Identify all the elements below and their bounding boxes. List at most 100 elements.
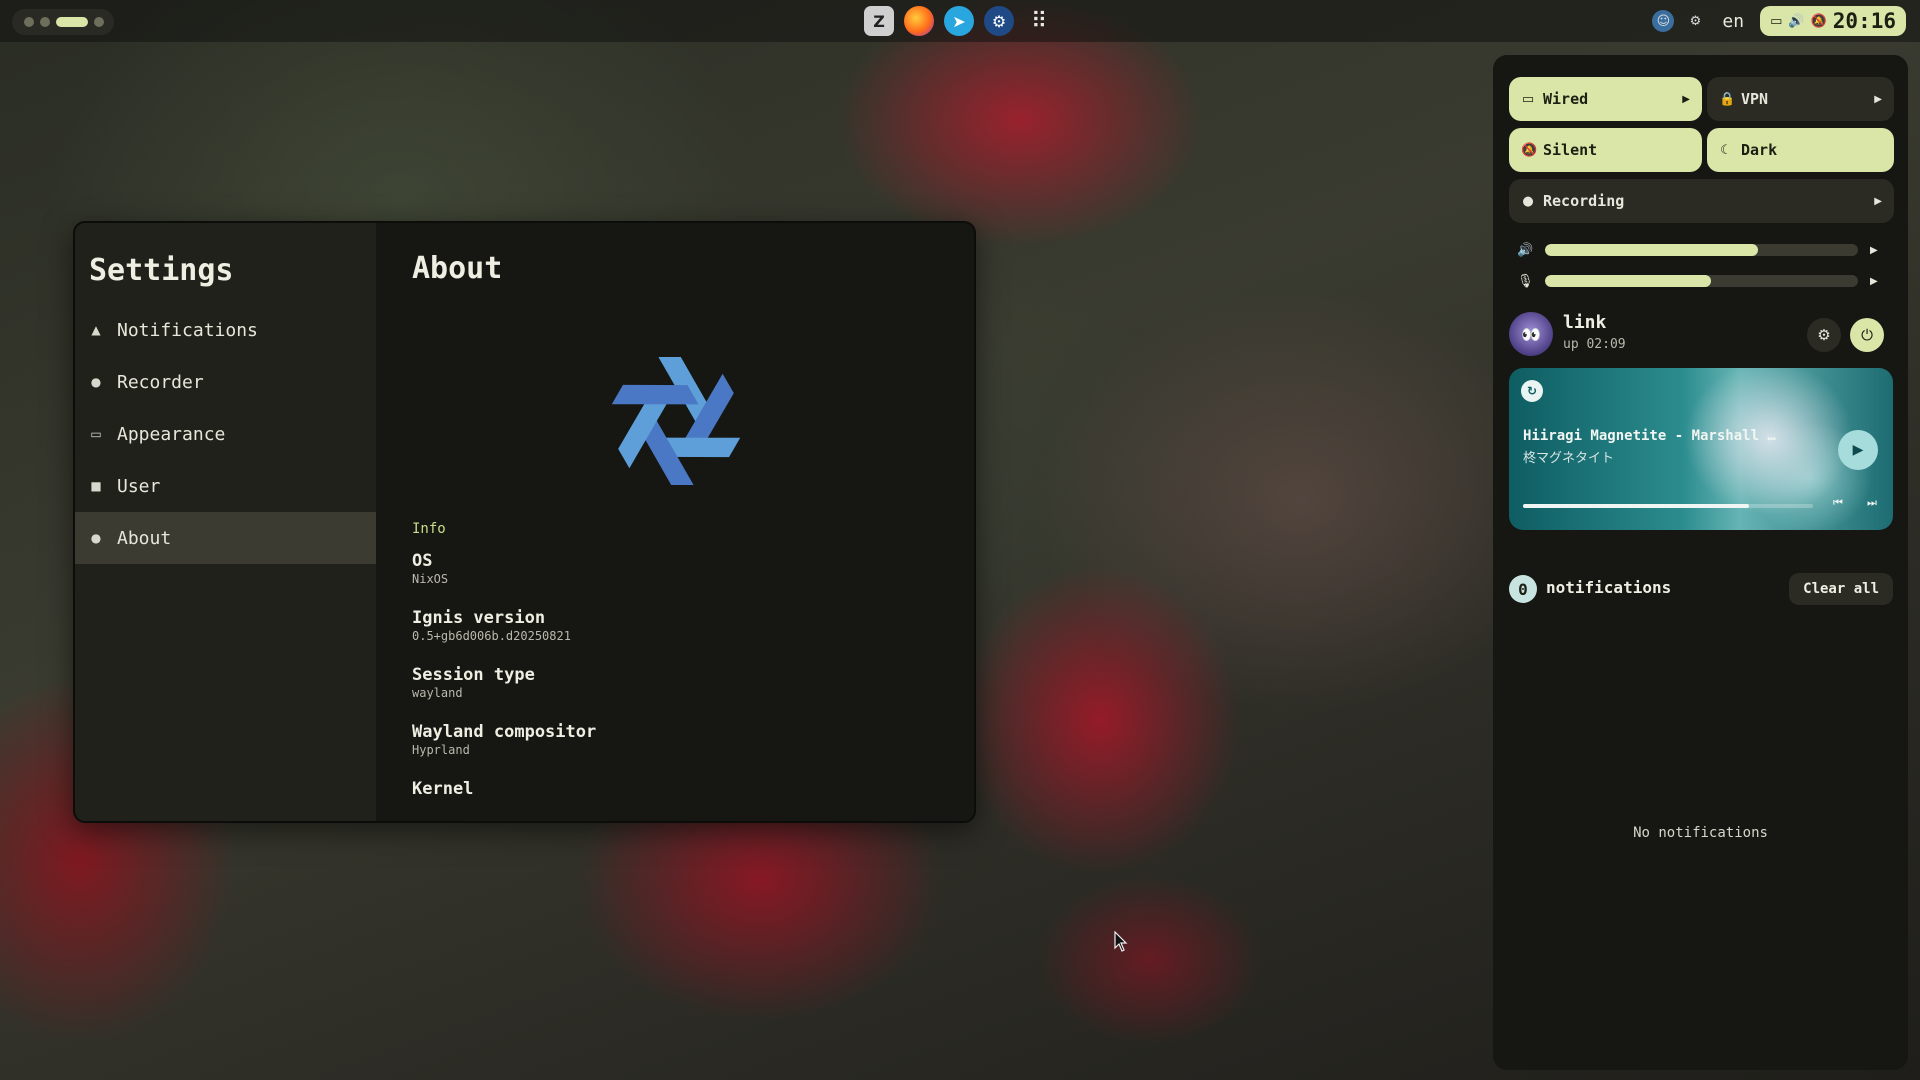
info-key: Session type <box>412 665 535 685</box>
recording-tile[interactable]: ● Recording ▶ <box>1509 179 1894 223</box>
chevron-right-icon[interactable]: ▶ <box>1874 94 1882 105</box>
previous-track-icon[interactable]: ⏮ <box>1833 496 1843 510</box>
settings-button[interactable]: ⚙ <box>1807 318 1841 352</box>
firefox-app-icon[interactable] <box>904 6 934 36</box>
clear-all-button[interactable]: Clear all <box>1789 573 1893 605</box>
next-track-icon[interactable]: ⏭ <box>1867 496 1877 510</box>
microphone-icon: 🎙 <box>1517 273 1534 289</box>
avatar: 👀 <box>1509 312 1553 356</box>
info-row-kernel: Kernel <box>412 779 596 799</box>
notifications-header: 0 notifications Clear all <box>1509 572 1893 606</box>
monitor-icon: ▭ <box>90 427 102 441</box>
tile-label: Silent <box>1543 141 1598 159</box>
microphone-slider-fill <box>1545 275 1711 287</box>
clock: 20:16 <box>1832 9 1896 33</box>
sidebar-item-about[interactable]: ● About <box>75 512 376 564</box>
sidebar-item-appearance[interactable]: ▭ Appearance <box>75 408 376 460</box>
bell-off-icon: 🔕 <box>1810 13 1827 29</box>
info-icon: ● <box>90 531 102 545</box>
keyboard-layout[interactable]: en <box>1722 11 1744 32</box>
workspace-dot[interactable] <box>24 17 34 27</box>
mic-slider-row: 🎙 ▶ <box>1517 271 1889 291</box>
info-key: Kernel <box>412 779 474 799</box>
volume-slider[interactable] <box>1545 244 1858 256</box>
dark-mode-tile[interactable]: ☾ Dark <box>1707 128 1894 172</box>
volume-icon: 🔊 <box>1517 242 1534 258</box>
info-row-os: OS NixOS <box>412 551 596 587</box>
info-value: wayland <box>412 686 463 700</box>
tile-label: Recording <box>1543 192 1625 210</box>
sidebar-item-label: Notifications <box>117 319 258 341</box>
empty-notifications-text: No notifications <box>1633 825 1768 841</box>
media-player: ↻ Hiiragi Magnetite - Marshall … 柊マグネタイト… <box>1509 368 1893 530</box>
telegram-app-icon[interactable]: ➤ <box>944 6 974 36</box>
chevron-right-icon[interactable]: ▶ <box>1874 196 1882 207</box>
monitor-icon: ▭ <box>1770 13 1783 29</box>
info-row-wayland-compositor: Wayland compositor Hyprland <box>412 722 596 758</box>
sidebar-item-recorder[interactable]: ● Recorder <box>75 356 376 408</box>
chevron-right-icon[interactable]: ▶ <box>1870 276 1878 287</box>
nixos-logo-icon <box>611 357 741 485</box>
chevron-right-icon[interactable]: ▶ <box>1682 94 1690 105</box>
chevron-right-icon[interactable]: ▶ <box>1870 245 1878 256</box>
media-title: Hiiragi Magnetite - Marshall … <box>1523 428 1776 444</box>
settings-window: Settings ▲ Notifications ● Recorder ▭ Ap… <box>73 221 976 823</box>
top-bar: Z ➤ ⚙ ⠿ ☺ ⚙ en ▭ 🔊 🔕 20:16 <box>0 0 1920 42</box>
sidebar-item-label: Recorder <box>117 371 204 393</box>
info-section-label: Info <box>412 521 446 537</box>
bell-off-icon: 🔕 <box>1521 142 1538 158</box>
info-list: OS NixOS Ignis version 0.5+gb6d006b.d202… <box>412 551 596 820</box>
system-tray: ☺ ⚙ en ▭ 🔊 🔕 20:16 <box>1652 6 1906 36</box>
status-pill[interactable]: ▭ 🔊 🔕 20:16 <box>1760 6 1906 36</box>
volume-slider-row: 🔊 ▶ <box>1517 240 1889 260</box>
zed-app-icon[interactable]: Z <box>864 6 894 36</box>
info-key: Wayland compositor <box>412 722 597 742</box>
play-icon: ▶ <box>1852 442 1864 458</box>
info-key: OS <box>412 551 433 571</box>
control-center: ▭ Wired ▶ 🔒 VPN ▶ 🔕 Silent ☾ Dark ● Reco… <box>1493 55 1908 1070</box>
play-button[interactable]: ▶ <box>1838 430 1878 470</box>
settings-title: Settings <box>89 253 234 288</box>
steam-tray-icon[interactable]: ⚙ <box>1684 10 1706 32</box>
volume-icon: 🔊 <box>1788 13 1805 29</box>
media-artist: 柊マグネタイト <box>1523 451 1615 466</box>
workspace-dot[interactable] <box>40 17 50 27</box>
tray-app-icon[interactable]: ☺ <box>1652 10 1675 32</box>
power-button[interactable]: ⏻ <box>1850 318 1884 352</box>
sidebar-item-user[interactable]: ■ User <box>75 460 376 512</box>
pinned-apps: Z ➤ ⚙ ⠿ <box>864 6 1054 36</box>
sidebar-item-label: User <box>117 475 161 497</box>
sidebar-item-notifications[interactable]: ▲ Notifications <box>75 304 376 356</box>
settings-sidebar: Settings ▲ Notifications ● Recorder ▭ Ap… <box>75 223 376 821</box>
info-row-session-type: Session type wayland <box>412 665 596 701</box>
workspace-dot[interactable] <box>94 17 104 27</box>
tile-label: Wired <box>1543 90 1589 108</box>
chat-icon: ■ <box>90 479 102 493</box>
lock-icon: 🔒 <box>1719 91 1736 107</box>
workspace-indicator[interactable] <box>12 9 114 35</box>
steam-app-icon[interactable]: ⚙ <box>984 6 1014 36</box>
notification-count-badge: 0 <box>1509 575 1537 603</box>
about-page: About Info OS NixOS Ignis version 0.5+gb… <box>376 223 974 821</box>
moon-icon: ☾ <box>1720 142 1732 158</box>
app-grid-icon[interactable]: ⠿ <box>1024 6 1054 36</box>
info-value: Hyprland <box>412 743 470 757</box>
info-value: NixOS <box>412 572 449 586</box>
info-value: 0.5+gb6d006b.d20250821 <box>412 629 571 643</box>
mouse-cursor-icon <box>1114 931 1128 952</box>
tile-label: Dark <box>1741 141 1778 159</box>
volume-slider-fill <box>1545 244 1758 256</box>
gear-icon: ⚙ <box>1817 326 1831 344</box>
page-title: About <box>412 251 503 286</box>
info-row-ignis-version: Ignis version 0.5+gb6d006b.d20250821 <box>412 608 596 644</box>
silent-tile[interactable]: 🔕 Silent <box>1509 128 1702 172</box>
tile-label: VPN <box>1741 90 1769 108</box>
wired-tile[interactable]: ▭ Wired ▶ <box>1509 77 1702 121</box>
ethernet-icon: ▭ <box>1521 91 1535 107</box>
microphone-slider[interactable] <box>1545 275 1858 287</box>
uptime: up 02:09 <box>1563 337 1626 352</box>
user-row: 👀 link up 02:09 ⚙ ⏻ <box>1509 310 1893 358</box>
media-progress[interactable] <box>1523 504 1813 508</box>
vpn-tile[interactable]: 🔒 VPN ▶ <box>1707 77 1894 121</box>
workspace-active[interactable] <box>56 17 88 27</box>
